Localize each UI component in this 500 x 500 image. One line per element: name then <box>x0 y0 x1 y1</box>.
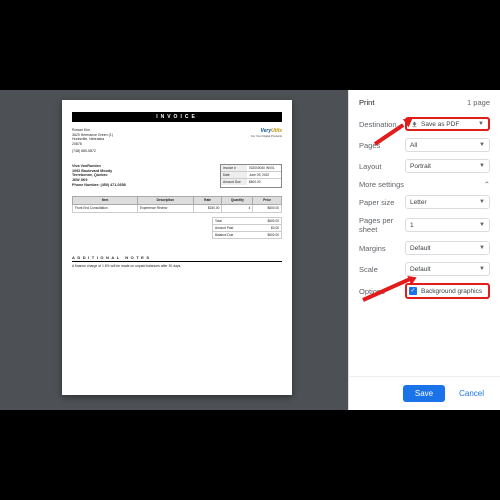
table-row: Front End Consultation Experience Review… <box>73 204 282 212</box>
panel-title: Print <box>359 98 374 107</box>
chevron-down-icon: ▼ <box>479 142 485 148</box>
letterbox: INVOICE Rowan Kim 3620 Hermance Green (1… <box>0 0 500 500</box>
line-items-table: Item Description Rate Quantity Price Fro… <box>72 196 282 213</box>
paper-size-label: Paper size <box>359 198 405 207</box>
company-block: Rowan Kim 3620 Hermance Green (1) Huntsv… <box>72 128 113 154</box>
background-graphics-option[interactable]: ✓ Background graphics <box>405 283 490 299</box>
pdf-icon <box>411 121 418 128</box>
destination-label: Destination <box>359 120 405 129</box>
chevron-down-icon: ▼ <box>479 266 485 272</box>
chevron-down-icon: ▼ <box>479 222 485 228</box>
print-dialog: INVOICE Rowan Kim 3620 Hermance Green (1… <box>0 90 500 410</box>
layout-dropdown[interactable]: Portrait▼ <box>405 159 490 173</box>
margins-dropdown[interactable]: Default▼ <box>405 241 490 255</box>
brand-block: VeryUtils For Your Digital Products <box>251 128 282 154</box>
print-settings-panel: Print 1 page Destination Save as PDF ▼ <box>348 90 500 410</box>
additional-notes: ADDITIONAL NOTES A finance charge of 1.5… <box>72 255 282 268</box>
save-button[interactable]: Save <box>403 385 445 402</box>
scale-label: Scale <box>359 265 405 274</box>
invoice-meta: Invoice #032000040 INV01 DateJune 09, 20… <box>220 164 282 188</box>
pages-per-sheet-label: Pages per sheet <box>359 216 405 234</box>
totals-box: Total$600.00 Amount Paid$0.00 Balance Du… <box>212 217 282 239</box>
scale-dropdown[interactable]: Default▼ <box>405 262 490 276</box>
pages-dropdown[interactable]: All▼ <box>405 138 490 152</box>
page-count: 1 page <box>467 98 490 107</box>
invoice-title-band: INVOICE <box>72 112 282 122</box>
destination-dropdown[interactable]: Save as PDF ▼ <box>405 117 490 131</box>
cancel-button[interactable]: Cancel <box>453 385 490 402</box>
print-preview-pane: INVOICE Rowan Kim 3620 Hermance Green (1… <box>0 90 348 410</box>
more-settings-toggle[interactable]: More settings ⌃ <box>359 180 490 189</box>
chevron-down-icon: ▼ <box>479 245 485 251</box>
pages-label: Pages <box>359 141 405 150</box>
pages-per-sheet-dropdown[interactable]: 1▼ <box>405 218 490 232</box>
options-label: Options <box>359 287 405 296</box>
invoice-page: INVOICE Rowan Kim 3620 Hermance Green (1… <box>62 100 292 395</box>
bill-to: Viva VonRueden 1092 Boulevard Moody Terr… <box>72 164 126 188</box>
checkbox-checked-icon: ✓ <box>409 287 417 295</box>
margins-label: Margins <box>359 244 405 253</box>
paper-size-dropdown[interactable]: Letter▼ <box>405 195 490 209</box>
layout-label: Layout <box>359 162 405 171</box>
chevron-down-icon: ▼ <box>479 163 485 169</box>
chevron-up-icon: ⌃ <box>484 180 490 189</box>
chevron-down-icon: ▼ <box>479 199 485 205</box>
chevron-down-icon: ▼ <box>478 121 484 127</box>
panel-footer: Save Cancel <box>349 376 500 410</box>
